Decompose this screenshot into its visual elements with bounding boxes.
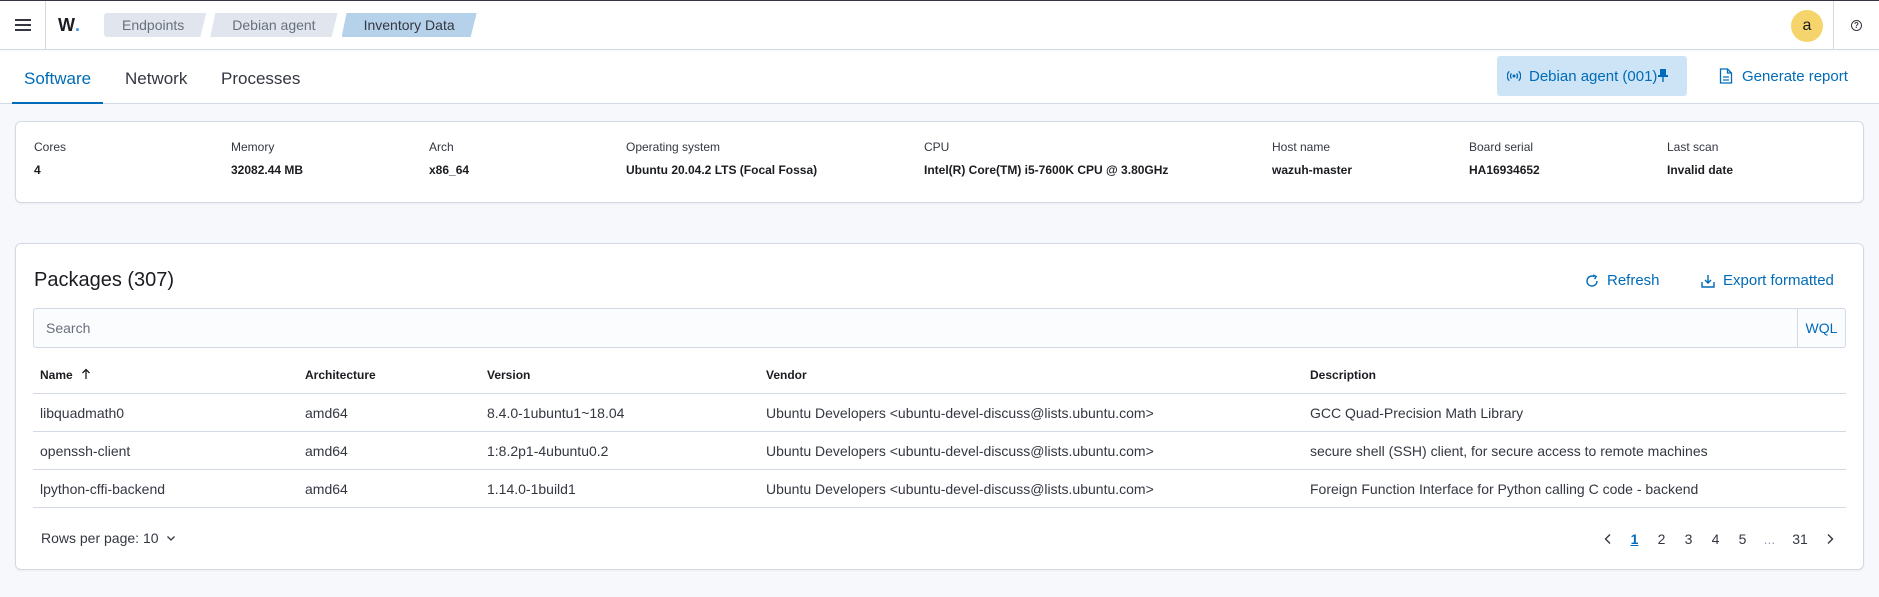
cell-architecture: amd64 [305,443,348,459]
breadcrumb-endpoints[interactable]: Endpoints [104,13,206,37]
chevron-down-icon [166,536,175,541]
page-4-button[interactable]: 4 [1702,531,1729,547]
tab-software[interactable]: Software [12,51,104,104]
rows-per-page-label: Rows per page: 10 [41,530,159,546]
cell-vendor: Ubuntu Developers <ubuntu-devel-discuss@… [766,443,1154,459]
sort-ascending-icon [82,368,90,379]
packages-table: Name Architecture Version Vendor Descrip… [33,356,1846,508]
stat-last-scan: Last scan Invalid date [1667,140,1734,177]
cell-version: 1:8.2p1-4ubuntu0.2 [487,443,609,459]
agent-button-label: Debian agent (001) [1529,67,1658,85]
hamburger-icon [14,19,31,31]
page-1-button[interactable]: 1 [1621,531,1648,547]
avatar[interactable]: a [1791,10,1823,42]
generate-report-button[interactable]: Generate report [1719,56,1848,96]
page-5-button[interactable]: 5 [1729,531,1756,547]
menu-button[interactable] [0,0,46,50]
cell-architecture: amd64 [305,481,348,497]
stat-arch: Arch x86_64 [429,140,470,177]
chevron-right-icon [1827,534,1834,544]
table-header: Name Architecture Version Vendor Descrip… [33,356,1846,394]
refresh-icon [1586,273,1598,287]
column-description[interactable]: Description [1310,356,1376,394]
stat-memory: Memory 32082.44 MB [231,140,304,177]
cell-name: libquadmath0 [40,405,125,421]
pagination: 1 2 3 4 5 ... 31 [1595,528,1843,550]
rows-per-page-button[interactable]: Rows per page: 10 [41,530,176,546]
page-31-button[interactable]: 31 [1783,531,1817,547]
top-header: W. Endpoints Debian agent Inventory Data… [0,0,1879,50]
table-row[interactable]: lpython-cffi-backend amd64 1.14.0-1build… [33,470,1846,508]
cell-description: Foreign Function Interface for Python ca… [1310,481,1699,497]
page-3-button[interactable]: 3 [1675,531,1702,547]
agent-info-panel: Cores 4 Memory 32082.44 MB Arch x86_64 Oper… [15,121,1864,203]
export-formatted-button[interactable]: Export formatted [1701,272,1834,289]
stat-board-serial: Board serial HA16934652 [1469,140,1540,177]
cell-version: 1.14.0-1build1 [487,481,576,497]
table-row[interactable]: openssh-client amd64 1:8.2p1-4ubuntu0.2 … [33,432,1846,470]
stat-cpu: CPU Intel(R) Core(TM) i5-7600K CPU @ 3.80… [924,140,1169,177]
packages-panel: Packages (307) Refresh Export formatted … [15,243,1864,570]
signal-icon [1507,70,1521,82]
help-icon: ? [1851,20,1862,31]
next-page-button[interactable] [1817,533,1843,545]
stat-cores: Cores 4 [34,140,67,177]
table-row[interactable]: libquadmath0 amd64 8.4.0-1ubuntu1~18.04 … [33,394,1846,432]
cell-architecture: amd64 [305,405,348,421]
cell-description: secure shell (SSH) client, for secure ac… [1310,443,1708,459]
column-name[interactable]: Name [40,356,92,394]
cell-vendor: Ubuntu Developers <ubuntu-devel-discuss@… [766,481,1154,497]
breadcrumb-inventory: Inventory Data [342,13,477,37]
column-architecture[interactable]: Architecture [305,356,376,394]
chevron-left-icon [1604,534,1611,544]
agent-button[interactable]: Debian agent (001) [1497,56,1687,96]
refresh-button[interactable]: Refresh [1585,272,1660,289]
stat-operating-system: Operating system Ubuntu 20.04.2 LTS (Foca… [626,140,818,177]
column-vendor[interactable]: Vendor [766,356,807,394]
column-version[interactable]: Version [487,356,530,394]
cell-description: GCC Quad-Precision Math Library [1310,405,1524,421]
help-button[interactable]: ? [1833,1,1879,50]
search-bar: WQL [33,308,1846,348]
generate-report-label: Generate report [1742,67,1848,85]
page-2-button[interactable]: 2 [1648,531,1675,547]
tabs-bar: Software Network Processes Debian agent … [0,51,1879,104]
wql-button[interactable]: WQL [1797,309,1845,347]
cell-name: openssh-client [40,443,131,459]
breadcrumb: Endpoints Debian agent Inventory Data [104,13,481,37]
stat-host-name: Host name wazuh-master [1272,140,1353,177]
pin-icon[interactable] [1657,68,1669,82]
search-input[interactable] [34,309,1806,347]
cell-name: lpython-cffi-backend [40,481,166,497]
packages-title: Packages (307) [34,269,175,291]
tab-network[interactable]: Network [113,51,199,104]
tab-processes[interactable]: Processes [209,51,312,104]
refresh-label: Refresh [1607,272,1660,289]
cell-vendor: Ubuntu Developers <ubuntu-devel-discuss@… [766,405,1154,421]
document-icon [1719,68,1733,84]
cell-version: 8.4.0-1ubuntu1~18.04 [487,405,625,421]
breadcrumb-agent[interactable]: Debian agent [210,13,337,37]
previous-page-button[interactable] [1595,533,1621,545]
export-label: Export formatted [1723,272,1834,289]
wazuh-logo[interactable]: W. [46,1,92,50]
export-icon [1701,274,1715,288]
page-ellipsis: ... [1763,531,1776,547]
